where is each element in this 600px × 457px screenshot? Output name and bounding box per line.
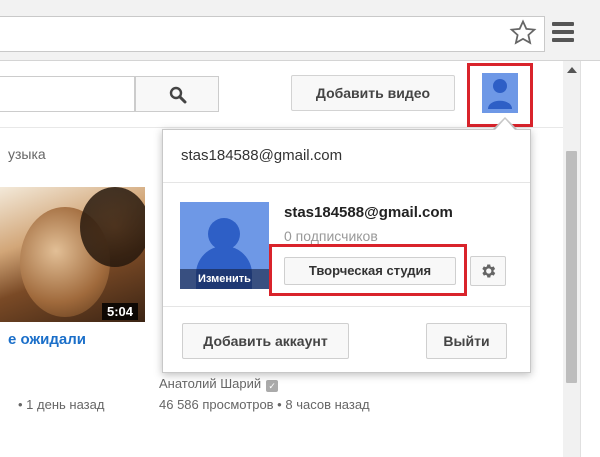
divider (163, 182, 530, 183)
video-title-link[interactable]: е ожидали (8, 331, 86, 348)
scroll-up-arrow-icon[interactable] (567, 67, 577, 73)
account-display-name: stas184588@gmail.com (284, 204, 453, 221)
video-duration: 5:04 (102, 303, 139, 320)
channel-name[interactable]: Анатолий Шарий ✓ (159, 376, 279, 392)
video-thumbnail[interactable] (0, 187, 145, 322)
masthead-divider (0, 127, 563, 128)
settings-button[interactable] (470, 256, 506, 286)
change-avatar-link[interactable]: Изменить (180, 269, 269, 289)
scrollbar[interactable] (563, 61, 580, 457)
browser-toolbar (0, 0, 600, 61)
star-icon[interactable] (508, 18, 538, 48)
profile-avatar[interactable]: Изменить (180, 202, 269, 289)
upload-video-button[interactable]: Добавить видео (291, 75, 455, 111)
search-input[interactable] (0, 76, 135, 112)
video-meta: • 1 день назад (18, 397, 105, 412)
channel-name-text[interactable]: Анатолий Шарий (159, 376, 261, 391)
hamburger-menu-icon[interactable] (552, 22, 574, 44)
search-icon (169, 86, 187, 104)
divider (163, 306, 530, 307)
gear-icon (482, 264, 496, 278)
search-button[interactable] (135, 76, 219, 112)
subscriber-count: 0 подписчиков (284, 228, 378, 244)
logout-button[interactable]: Выйти (426, 323, 507, 359)
dropdown-caret-inner (495, 119, 515, 130)
add-account-button[interactable]: Добавить аккаунт (182, 323, 349, 359)
window-edge (580, 61, 600, 457)
account-email-header: stas184588@gmail.com (181, 147, 343, 164)
guide-category-label[interactable]: узыка (8, 146, 46, 162)
verified-check-icon: ✓ (266, 380, 279, 392)
creator-studio-highlight (269, 244, 467, 296)
scrollbar-thumb[interactable] (566, 151, 577, 383)
address-bar[interactable] (0, 16, 545, 52)
video-meta: 46 586 просмотров • 8 часов назад (159, 397, 370, 412)
